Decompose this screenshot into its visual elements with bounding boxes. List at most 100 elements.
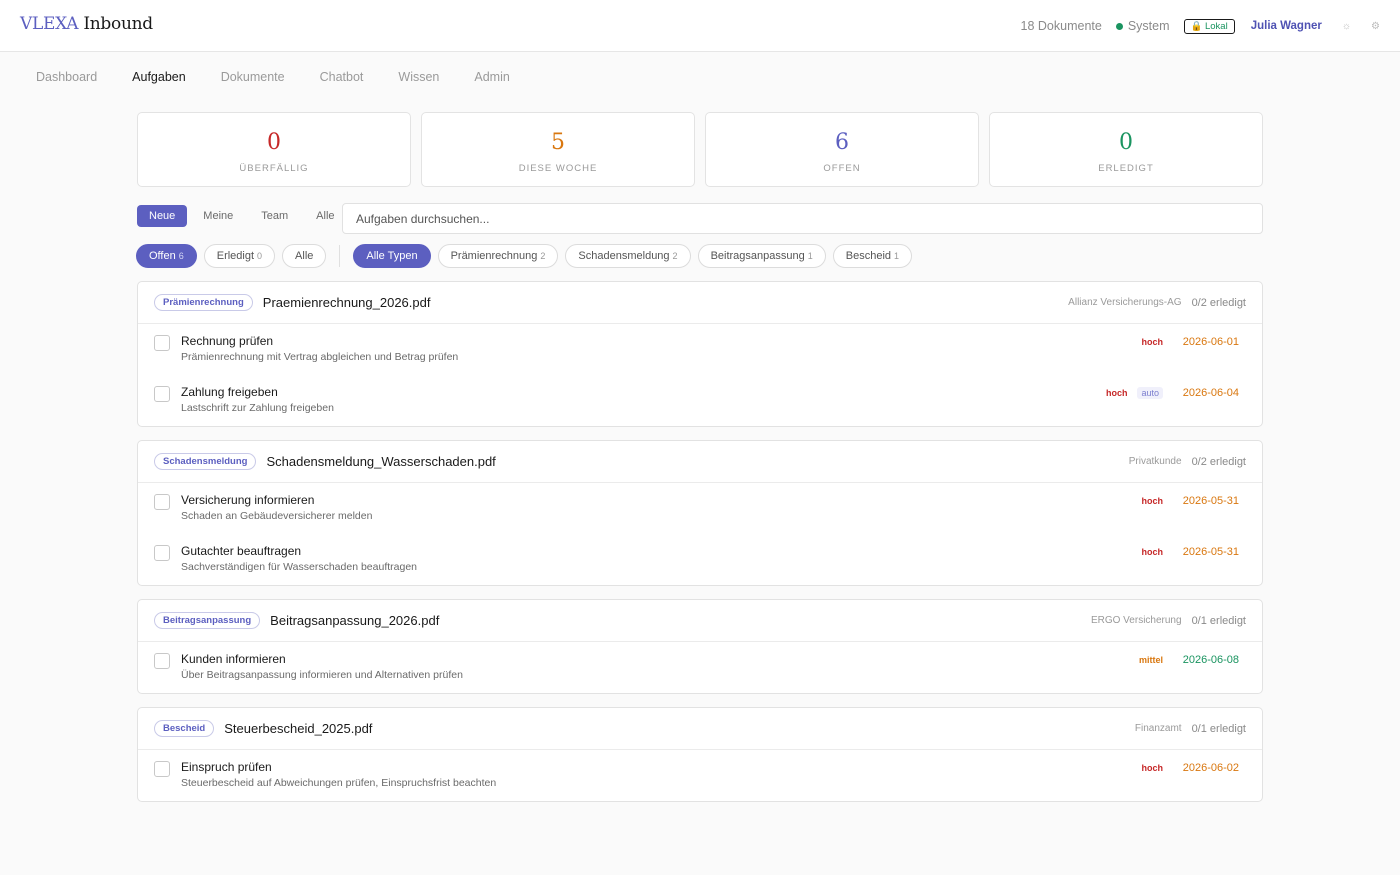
task-row[interactable]: Rechnung prüfen Prämienrechnung mit Vert…	[138, 324, 1262, 375]
task-group-header[interactable]: Beitragsanpassung Beitragsanpassung_2026…	[138, 600, 1262, 642]
stat-card-overdue[interactable]: 0 ÜBERFÄLLIG	[137, 112, 411, 187]
task-row[interactable]: Zahlung freigeben Lastschrift zur Zahlun…	[138, 375, 1262, 426]
task-group-header[interactable]: Prämienrechnung Praemienrechnung_2026.pd…	[138, 282, 1262, 324]
scope-tab-neue[interactable]: Neue	[137, 205, 188, 227]
chip-label: Beitragsanpassung	[710, 250, 805, 262]
task-priority: hoch	[1105, 388, 1128, 398]
settings-icon[interactable]: ⚙	[1371, 21, 1380, 32]
document-type-badge: Bescheid	[154, 720, 215, 737]
header-status-bar: 18 Dokumente System 🔒 Lokal Julia Wagner…	[1021, 0, 1380, 52]
task-priority: hoch	[1141, 763, 1164, 773]
chip-count: 2	[540, 251, 546, 261]
scope-tab-meine[interactable]: Meine	[191, 205, 245, 227]
task-checkbox[interactable]	[154, 386, 170, 402]
filter-type-alle[interactable]: Alle Typen	[353, 244, 431, 268]
task-due-date: 2026-05-31	[1182, 495, 1239, 507]
chip-label: Alle Typen	[366, 250, 418, 262]
filter-type-beitragsanpassung[interactable]: Beitragsanpassung 1	[697, 244, 826, 268]
system-status-dot-icon	[1115, 22, 1123, 30]
group-progress: 0/2 erledigt	[1191, 296, 1246, 309]
stat-value: 0	[1119, 130, 1133, 155]
task-description: Über Beitragsanpassung informieren und A…	[181, 669, 463, 681]
chip-label: Alle	[295, 250, 314, 262]
task-row[interactable]: Kunden informieren Über Beitragsanpassun…	[138, 642, 1262, 693]
task-title: Gutachter beauftragen	[181, 544, 302, 558]
document-sender: ERGO Versicherung	[1090, 615, 1182, 626]
document-count: 18 Dokumente	[1020, 19, 1102, 33]
nav-dokumente[interactable]: Dokumente	[221, 70, 285, 84]
filter-type-bescheid[interactable]: Bescheid 1	[832, 244, 913, 268]
task-group: Bescheid Steuerbescheid_2025.pdf Finanza…	[137, 707, 1263, 802]
filter-status-erledigt[interactable]: Erledigt 0	[203, 244, 276, 268]
task-checkbox[interactable]	[154, 545, 170, 561]
stat-card-open[interactable]: 6 OFFEN	[705, 112, 979, 187]
task-description: Sachverständigen für Wasserschaden beauf…	[181, 561, 418, 573]
filter-status-offen[interactable]: Offen 6	[136, 244, 197, 268]
stat-card-this-week[interactable]: 5 DIESE WOCHE	[421, 112, 695, 187]
task-meta: hoch auto 2026-06-04	[1106, 387, 1239, 399]
document-sender: Allianz Versicherungs-AG	[1068, 297, 1182, 308]
chip-count: 1	[894, 251, 900, 261]
chip-label: Prämienrechnung	[450, 250, 538, 262]
task-due-date: 2026-06-01	[1182, 336, 1239, 348]
task-text: Zahlung freigeben Lastschrift zur Zahlun…	[181, 385, 334, 414]
theme-toggle-icon[interactable]: ☼	[1342, 21, 1351, 32]
task-checkbox[interactable]	[154, 335, 170, 351]
task-checkbox[interactable]	[154, 494, 170, 510]
task-meta: hoch 2026-05-31	[1142, 546, 1240, 558]
task-description: Lastschrift zur Zahlung freigeben	[181, 402, 334, 414]
user-menu[interactable]: Julia Wagner	[1251, 20, 1322, 32]
nav-chatbot[interactable]: Chatbot	[320, 70, 364, 84]
task-due-date: 2026-06-08	[1182, 654, 1239, 666]
chip-label: Erledigt	[216, 250, 255, 262]
stat-value: 5	[551, 130, 565, 155]
task-row[interactable]: Einspruch prüfen Steuerbescheid auf Abwe…	[138, 750, 1262, 801]
nav-aufgaben[interactable]: Aufgaben	[132, 70, 186, 84]
scope-tab-alle[interactable]: Alle	[304, 205, 346, 227]
task-checkbox[interactable]	[154, 653, 170, 669]
task-meta: mittel 2026-06-08	[1139, 654, 1239, 666]
filter-divider	[339, 245, 341, 267]
local-badge: 🔒 Lokal	[1183, 18, 1235, 34]
task-row[interactable]: Gutachter beauftragen Sachverständigen f…	[138, 534, 1262, 585]
filter-status-alle[interactable]: Alle	[282, 244, 327, 268]
stats-row: 0 ÜBERFÄLLIG 5 DIESE WOCHE 6 OFFEN 0 ERL…	[137, 112, 1263, 187]
task-row[interactable]: Versicherung informieren Schaden an Gebä…	[138, 483, 1262, 534]
nav-dashboard[interactable]: Dashboard	[36, 70, 97, 84]
filter-type-schadensmeldung[interactable]: Schadensmeldung 2	[565, 244, 691, 268]
task-priority: hoch	[1141, 496, 1164, 506]
task-meta: hoch 2026-05-31	[1142, 495, 1240, 507]
document-file-name[interactable]: Steuerbescheid_2025.pdf	[224, 721, 372, 736]
document-file-name[interactable]: Schadensmeldung_Wasserschaden.pdf	[266, 454, 495, 469]
task-text: Kunden informieren Über Beitragsanpassun…	[181, 652, 463, 681]
task-description: Steuerbescheid auf Abweichungen prüfen, …	[181, 777, 497, 789]
system-status-label: System	[1127, 19, 1170, 33]
nav-wissen[interactable]: Wissen	[398, 70, 439, 84]
task-text: Rechnung prüfen Prämienrechnung mit Vert…	[181, 334, 458, 363]
task-group: Prämienrechnung Praemienrechnung_2026.pd…	[137, 281, 1263, 427]
task-title: Versicherung informieren	[181, 493, 315, 507]
app-logo[interactable]: VLEXA Inbound	[20, 14, 153, 34]
stat-card-done[interactable]: 0 ERLEDIGT	[989, 112, 1263, 187]
task-description: Schaden an Gebäudeversicherer melden	[181, 510, 373, 522]
group-progress: 0/1 erledigt	[1191, 614, 1246, 627]
scope-tab-team[interactable]: Team	[249, 205, 300, 227]
task-group-header[interactable]: Bescheid Steuerbescheid_2025.pdf Finanza…	[138, 708, 1262, 750]
task-meta: hoch 2026-06-01	[1142, 336, 1240, 348]
document-sender: Finanzamt	[1134, 723, 1182, 734]
task-checkbox[interactable]	[154, 761, 170, 777]
task-title: Rechnung prüfen	[181, 334, 274, 348]
task-due-date: 2026-06-04	[1182, 387, 1239, 399]
nav-admin[interactable]: Admin	[474, 70, 509, 84]
filter-type-praemienrechnung[interactable]: Prämienrechnung 2	[437, 244, 559, 268]
brand-inbound: Inbound	[83, 14, 153, 34]
filter-bar: Offen 6 Erledigt 0 Alle Alle Typen Prämien…	[136, 244, 913, 268]
task-group-header[interactable]: Schadensmeldung Schadensmeldung_Wassersc…	[138, 441, 1262, 483]
task-groups: Prämienrechnung Praemienrechnung_2026.pd…	[137, 281, 1263, 815]
document-file-name[interactable]: Beitragsanpassung_2026.pdf	[270, 613, 439, 628]
task-due-date: 2026-06-02	[1182, 762, 1239, 774]
task-title: Einspruch prüfen	[181, 760, 272, 774]
task-search-input[interactable]	[342, 203, 1263, 234]
document-file-name[interactable]: Praemienrechnung_2026.pdf	[263, 295, 431, 310]
task-priority: hoch	[1141, 337, 1164, 347]
